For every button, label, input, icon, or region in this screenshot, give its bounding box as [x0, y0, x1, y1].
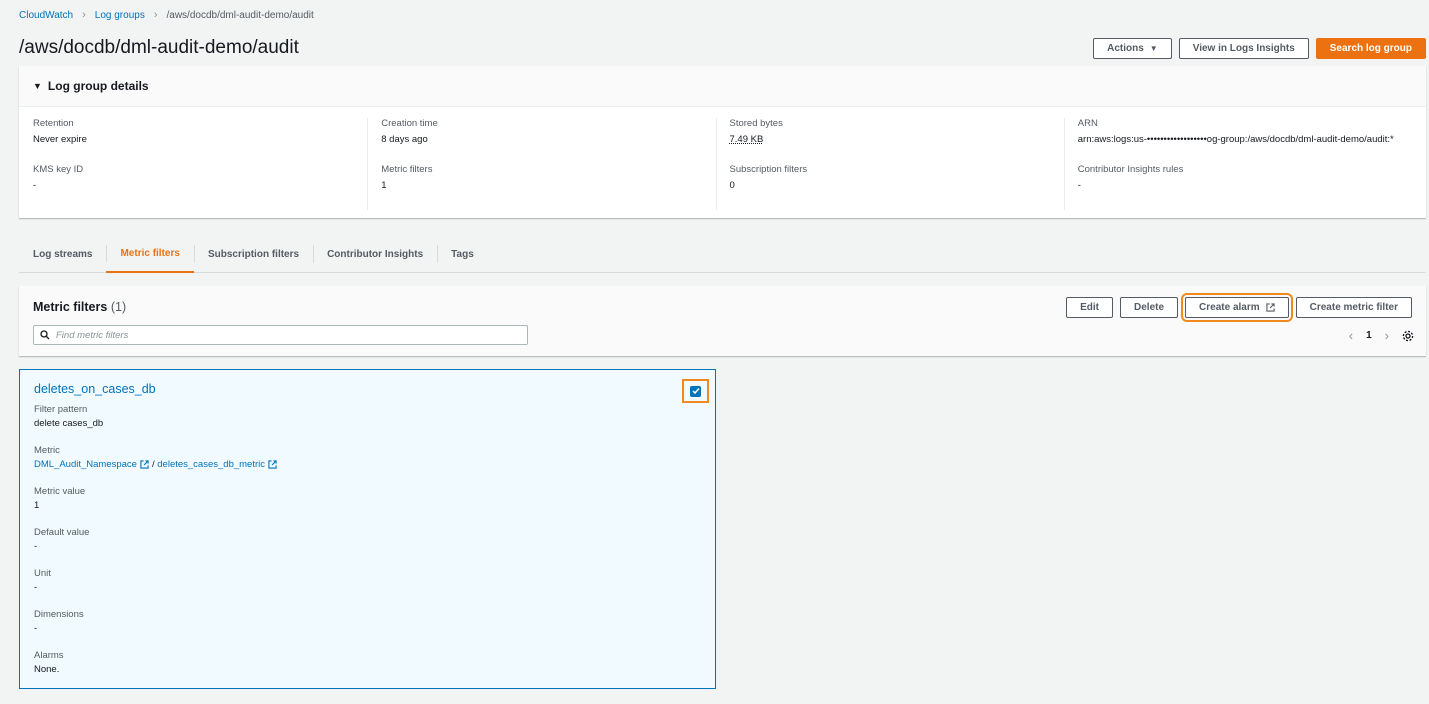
metric-filters-title: Metric filters [33, 300, 108, 314]
unit-label: Unit [34, 568, 51, 579]
external-link-icon [1265, 303, 1275, 312]
unit-value: - [34, 582, 38, 593]
breadcrumb-log-groups[interactable]: Log groups [95, 10, 145, 21]
metric-filters-actions: Edit Delete Create alarm Create metric f… [1066, 293, 1412, 322]
caret-down-icon: ▼ [33, 81, 42, 91]
dimensions-value: - [34, 623, 38, 634]
checkmark-icon [691, 388, 700, 395]
default-value-label: Default value [34, 527, 90, 538]
filter-pattern-label: Filter pattern [34, 404, 88, 415]
page-title: /aws/docdb/dml-audit-demo/audit [19, 37, 299, 58]
actions-dropdown-button[interactable]: Actions ▼ [1093, 38, 1172, 59]
details-column-3: Stored bytes 7.49 KB Subscription filter… [715, 118, 1064, 210]
create-metric-filter-button[interactable]: Create metric filter [1295, 297, 1412, 318]
search-placeholder: Find metric filters [56, 329, 129, 341]
kms-key-label: KMS key ID [33, 163, 84, 175]
external-link-icon [140, 460, 149, 469]
log-group-details-panel: ▼ Log group details Retention Never expi… [19, 66, 1426, 218]
creation-time-value: 8 days ago [381, 134, 428, 145]
subscription-filters-value: 0 [729, 179, 735, 191]
metric-filter-card[interactable]: deletes_on_cases_db Filter pattern delet… [19, 369, 716, 689]
tab-tags[interactable]: Tags [437, 236, 488, 272]
external-link-icon [268, 460, 277, 469]
tab-subscription-filters[interactable]: Subscription filters [193, 236, 313, 272]
tab-contributor-insights[interactable]: Contributor Insights [313, 236, 437, 272]
subscription-filters-label: Subscription filters [729, 163, 808, 175]
stored-bytes-value[interactable]: 7.49 KB [730, 134, 1054, 147]
details-title: Log group details [47, 79, 149, 93]
header-actions: Actions ▼ View in Logs Insights Search l… [1093, 38, 1426, 59]
card-select-checkbox[interactable] [690, 385, 701, 397]
metric-filters-heading: Metric filters (1) [33, 300, 126, 314]
chevron-right-icon: › [153, 9, 158, 21]
retention-label: Retention [33, 118, 74, 129]
kms-key-value: - [33, 179, 37, 191]
chevron-right-icon[interactable]: › [1385, 328, 1389, 343]
tab-bar: Log streams Metric filters Subscription … [19, 236, 1426, 273]
alarms-value: None. [34, 664, 60, 675]
metric-filters-panel: Metric filters (1) Find metric filters E… [19, 286, 1426, 356]
metric-value-links: DML_Audit_Namespace / deletes_cases_db_me… [34, 459, 701, 470]
contributor-insights-label: Contributor Insights rules [1077, 163, 1184, 175]
chevron-right-icon: › [82, 9, 86, 21]
metric-namespace-link[interactable]: DML_Audit_Namespace [34, 459, 137, 470]
edit-button[interactable]: Edit [1066, 297, 1114, 318]
create-alarm-button[interactable]: Create alarm [1181, 293, 1293, 322]
metric-label: Metric [34, 445, 60, 456]
dimensions-label: Dimensions [34, 609, 84, 620]
create-alarm-label: Create alarm [1199, 302, 1260, 313]
details-grid: Retention Never expire KMS key ID - Crea… [19, 107, 1426, 221]
details-column-2: Creation time 8 days ago Metric filters … [367, 118, 715, 210]
arn-label: ARN [1077, 118, 1098, 129]
contributor-insights-value: - [1077, 179, 1081, 191]
page-number[interactable]: 1 [1366, 330, 1372, 341]
breadcrumb: CloudWatch › Log groups › /aws/docdb/dml… [19, 9, 314, 21]
details-column-1: Retention Never expire KMS key ID - [33, 118, 367, 210]
search-icon [40, 330, 50, 340]
gear-icon[interactable] [1402, 330, 1414, 342]
search-log-group-button[interactable]: Search log group [1315, 38, 1426, 59]
breadcrumb-current: /aws/docdb/dml-audit-demo/audit [166, 9, 314, 21]
tab-metric-filters[interactable]: Metric filters [106, 236, 194, 273]
metric-value-value: 1 [34, 500, 40, 511]
stored-bytes-label: Stored bytes [729, 118, 783, 129]
tab-log-streams[interactable]: Log streams [19, 236, 106, 272]
metric-separator: / [151, 459, 155, 470]
details-column-4: ARN arn:aws:logs:us-••••••••••••••••••og… [1063, 118, 1412, 210]
default-value-value: - [34, 541, 38, 552]
metric-value-label: Metric value [34, 486, 86, 497]
alarms-label: Alarms [34, 650, 64, 661]
metric-filters-label: Metric filters [381, 163, 433, 175]
find-metric-filters-input[interactable]: Find metric filters [33, 325, 528, 345]
caret-down-icon: ▼ [1149, 44, 1158, 53]
actions-label: Actions [1107, 43, 1144, 54]
card-select-checkbox-wrapper [682, 379, 709, 403]
metric-filters-value: 1 [381, 179, 387, 191]
creation-time-label: Creation time [381, 118, 438, 129]
details-header[interactable]: ▼ Log group details [19, 66, 1426, 107]
view-in-logs-insights-button[interactable]: View in Logs Insights [1178, 38, 1309, 59]
metric-filter-name[interactable]: deletes_on_cases_db [34, 382, 701, 396]
metric-name-link[interactable]: deletes_cases_db_metric [157, 459, 265, 470]
pagination: ‹ 1 › [1349, 328, 1414, 343]
breadcrumb-cloudwatch[interactable]: CloudWatch [19, 10, 73, 21]
chevron-left-icon[interactable]: ‹ [1349, 328, 1353, 343]
arn-value: arn:aws:logs:us-••••••••••••••••••og-gro… [1077, 134, 1394, 145]
retention-value: Never expire [33, 134, 87, 145]
filter-pattern-value: delete cases_db [34, 418, 104, 429]
metric-filters-count: (1) [110, 300, 127, 314]
delete-button[interactable]: Delete [1120, 297, 1179, 318]
